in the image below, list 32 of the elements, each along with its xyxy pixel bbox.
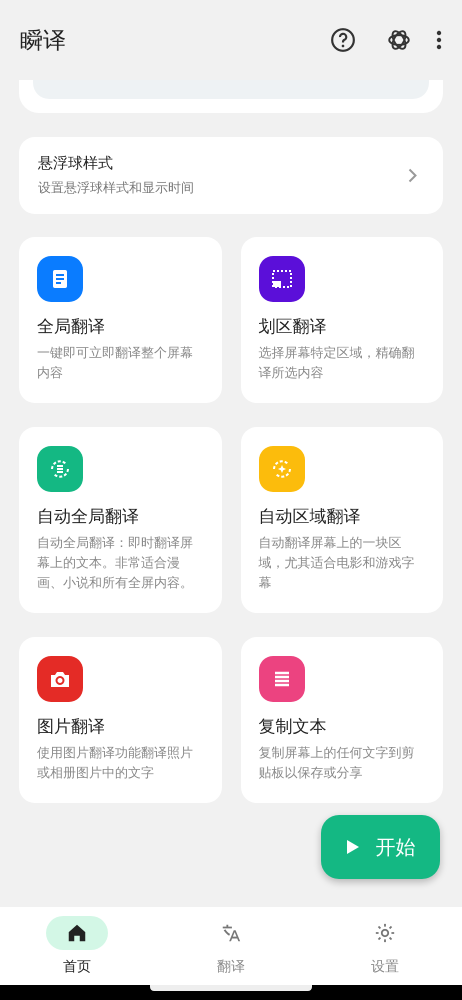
- feature-title: 划区翻译: [258, 316, 326, 338]
- nav-tab[interactable]: 翻译: [154, 907, 308, 985]
- feature-title: 自动区域翻译: [258, 506, 360, 528]
- more-icon[interactable]: [436, 30, 442, 50]
- feature-title: 自动全局翻译: [37, 506, 139, 528]
- translate-icon: [220, 922, 242, 944]
- feature-description: 自动全局翻译：即时翻译屏幕上的文本。非常适合漫画、小说和所有全屏内容。: [37, 535, 194, 593]
- feature-card[interactable]: 划区翻译 选择屏幕特定区域，精确翻译所选内容: [240, 237, 443, 403]
- feature-title: 复制文本: [258, 716, 326, 738]
- feature-description: 复制屏幕上的任何文字到剪贴板以保存或分享: [258, 745, 416, 783]
- feature-card[interactable]: 图片翻译 使用图片翻译功能翻译照片或相册图片中的文字: [19, 637, 222, 803]
- feature-description: 一键即可立即翻译整个屏幕内容: [37, 345, 194, 383]
- feature-description: 自动翻译屏幕上的一块区域，尤其适合电影和游戏字幕: [258, 535, 416, 593]
- feature-card[interactable]: 自动全局翻译 自动全局翻译：即时翻译屏幕上的文本。非常适合漫画、小说和所有全屏内容。: [19, 427, 222, 613]
- feature-title: 全局翻译: [37, 316, 105, 338]
- nav-tab[interactable]: 首页: [0, 907, 154, 985]
- feature-title: 图片翻译: [37, 716, 105, 738]
- setting-title: 悬浮球样式: [38, 154, 114, 173]
- app-title: 瞬译: [20, 26, 66, 56]
- help-icon[interactable]: [330, 27, 356, 53]
- feature-description: 选择屏幕特定区域，精确翻译所选内容: [258, 345, 416, 383]
- feature-description: 使用图片翻译功能翻译照片或相册图片中的文字: [37, 745, 194, 783]
- feature-card[interactable]: 复制文本 复制屏幕上的任何文字到剪贴板以保存或分享: [240, 637, 443, 803]
- setting-row[interactable]: 悬浮球样式 设置悬浮球样式和显示时间: [19, 137, 443, 214]
- home-icon: [66, 922, 88, 944]
- gear-icon: [374, 922, 396, 944]
- feature-card[interactable]: 自动区域翻译 自动翻译屏幕上的一块区域，尤其适合电影和游戏字幕: [240, 427, 443, 613]
- chevron-icon: [408, 168, 417, 183]
- play-icon: [346, 839, 360, 855]
- setting-subtitle: 设置悬浮球样式和显示时间: [38, 180, 194, 197]
- nav-tab[interactable]: 设置: [308, 907, 462, 985]
- feature-card[interactable]: 全局翻译 一键即可立即翻译整个屏幕内容: [19, 237, 222, 403]
